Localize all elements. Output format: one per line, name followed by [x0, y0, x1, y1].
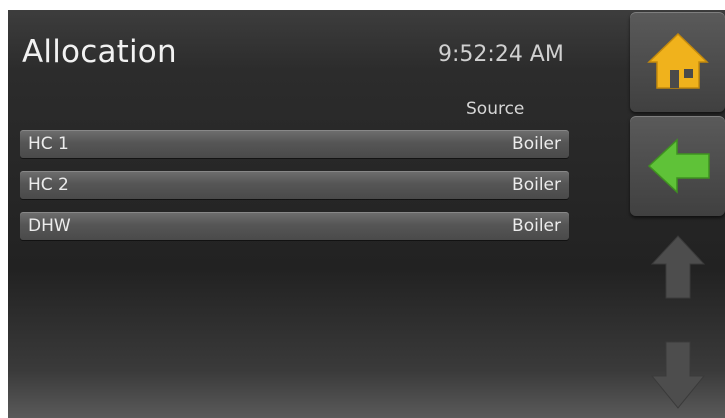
scroll-down-button[interactable] — [648, 340, 708, 412]
row-label: HC 2 — [28, 175, 69, 195]
allocation-row-dhw[interactable]: DHW Boiler — [20, 212, 569, 240]
scroll-up-button[interactable] — [648, 232, 708, 302]
clock: 9:52:24 AM — [438, 42, 564, 67]
home-icon — [647, 32, 709, 89]
scroll-up-icon — [650, 235, 706, 299]
allocation-row-hc1[interactable]: HC 1 Boiler — [20, 130, 569, 158]
back-arrow-icon — [647, 138, 710, 194]
row-source-value: Boiler — [512, 216, 561, 236]
scroll-down-icon — [650, 341, 706, 409]
home-button[interactable] — [630, 12, 725, 112]
row-source-value: Boiler — [512, 134, 561, 154]
source-column-header: Source — [466, 99, 525, 119]
allocation-screen: Allocation 9:52:24 AM Source HC 1 Boiler… — [8, 10, 725, 418]
row-label: DHW — [28, 216, 71, 236]
back-button[interactable] — [630, 116, 725, 216]
allocation-row-hc2[interactable]: HC 2 Boiler — [20, 171, 569, 199]
page-title: Allocation — [22, 34, 177, 70]
row-label: HC 1 — [28, 134, 69, 154]
row-source-value: Boiler — [512, 175, 561, 195]
